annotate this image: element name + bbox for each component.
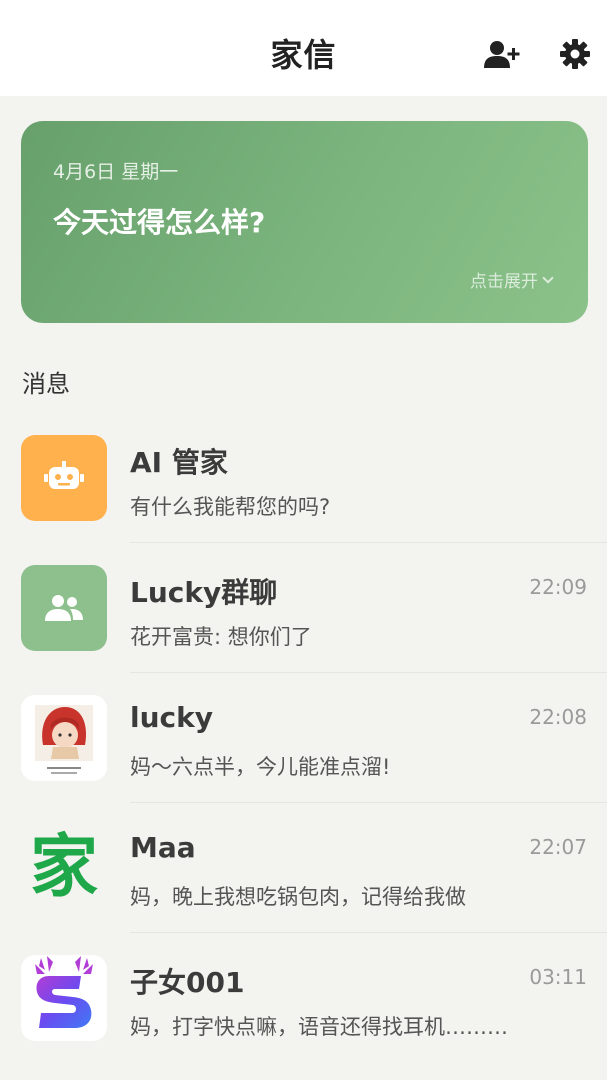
add-friend-button[interactable]	[482, 34, 522, 74]
gear-icon	[560, 39, 590, 69]
top-bar: 家信	[0, 0, 607, 96]
avatar: 家	[21, 825, 107, 911]
group-icon	[45, 595, 83, 621]
conversation-item-lucky[interactable]: lucky 22:08 妈～六点半，今儿能准点溜!	[0, 673, 607, 803]
conversation-preview: 妈～六点半，今儿能准点溜!	[130, 755, 391, 779]
conversation-preview: 妈，打字快点嘛，语音还得找耳机………	[130, 1015, 508, 1039]
avatar	[21, 565, 107, 651]
avatar	[21, 695, 107, 781]
robot-icon	[44, 461, 84, 489]
expand-label: 点击展开	[470, 272, 538, 292]
conversation-item-ai-butler[interactable]: AI 管家 有什么我能帮您的吗?	[0, 413, 607, 543]
conversation-preview: 妈，晚上我想吃锅包肉，记得给我做	[130, 885, 466, 909]
conversation-name: AI 管家	[130, 446, 228, 479]
conversation-preview: 有什么我能帮您的吗?	[130, 495, 331, 519]
daily-greeting-card[interactable]: 4月6日 星期一 今天过得怎么样? 点击展开	[21, 121, 588, 323]
avatar	[21, 955, 107, 1041]
settings-button[interactable]	[555, 34, 595, 74]
avatar-character: 家	[29, 828, 98, 907]
conversation-item-lucky-group[interactable]: Lucky群聊 22:09 花开富贵: 想你们了	[0, 543, 607, 673]
card-date: 4月6日 星期一	[53, 161, 179, 183]
photo-avatar	[21, 695, 107, 781]
conversation-time: 22:07	[529, 835, 587, 859]
expand-button[interactable]: 点击展开	[470, 267, 554, 292]
avatar	[21, 435, 107, 521]
conversation-name: Maa	[130, 831, 196, 864]
conversation-name: 子女001	[130, 966, 245, 999]
conversation-name: Lucky群聊	[130, 576, 278, 609]
messages-section-title: 消息	[22, 370, 70, 398]
conversation-item-maa[interactable]: 家 Maa 22:07 妈，晚上我想吃锅包肉，记得给我做	[0, 803, 607, 933]
add-person-icon	[484, 41, 520, 68]
card-question: 今天过得怎么样?	[53, 206, 266, 239]
chevron-down-icon	[542, 271, 554, 284]
conversation-name: lucky	[130, 701, 214, 734]
conversation-item-child-001[interactable]: 子女001 03:11 妈，打字快点嘛，语音还得找耳机………	[0, 933, 607, 1063]
conversation-time: 22:08	[529, 705, 587, 729]
conversation-time: 03:11	[529, 965, 587, 989]
conversation-preview: 花开富贵: 想你们了	[130, 625, 312, 649]
deer-s-logo-icon	[35, 956, 93, 1028]
conversation-time: 22:09	[529, 575, 587, 599]
